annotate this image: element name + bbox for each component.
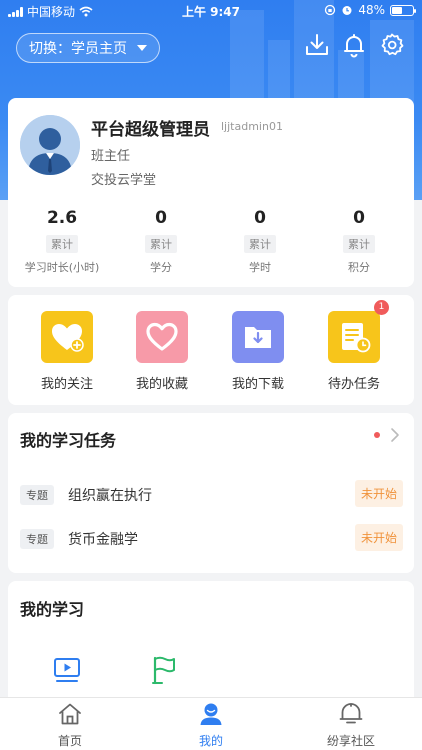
bell-icon[interactable]: [341, 32, 367, 58]
section-title: 我的学习任务: [20, 431, 117, 450]
tab-community[interactable]: 纷享社区: [291, 702, 411, 749]
download-icon[interactable]: [304, 32, 330, 58]
task-name: 组织赢在执行: [68, 488, 152, 504]
tab-label: 我的: [198, 734, 223, 748]
folder-download-icon: [232, 311, 284, 363]
community-icon: [339, 703, 363, 724]
user-avatar-icon: [20, 115, 80, 175]
stat-label: 积分: [348, 261, 370, 274]
stat-label: 学习时长(小时): [24, 261, 100, 274]
section-title: 我的学习: [20, 600, 85, 619]
chevron-right-icon[interactable]: [390, 427, 400, 443]
todo-badge: 1: [374, 300, 389, 315]
quick-link-todo[interactable]: 1 待办任务: [304, 300, 404, 392]
quick-link-label: 待办任务: [327, 377, 380, 392]
bottom-tab-bar: 首页 我的 纷享社区: [0, 697, 422, 750]
task-name: 货币金融学: [68, 532, 138, 548]
quick-link-favorites[interactable]: 我的收藏: [112, 311, 212, 392]
status-bar: 中国移动 上午 9:47 48%: [0, 0, 422, 22]
quick-link-label: 我的下载: [231, 377, 284, 392]
quick-link-label: 我的收藏: [135, 377, 188, 392]
switch-role-label: 切换：学员主页: [29, 41, 127, 57]
heart-plus-icon: [41, 311, 93, 363]
user-org: 交投云学堂: [91, 173, 157, 188]
stat-value: 2.6: [46, 208, 78, 228]
stat-tag: 累计: [244, 235, 276, 253]
tab-home[interactable]: 首页: [10, 702, 130, 749]
quick-link-label: 我的关注: [40, 377, 93, 392]
stat-credits[interactable]: 0 累计 学分: [111, 208, 211, 275]
quick-link-downloads[interactable]: 我的下载: [208, 311, 308, 392]
stat-tag: 累计: [145, 235, 177, 253]
task-status-badge: 未开始: [354, 524, 403, 551]
user-role: 班主任: [91, 149, 131, 164]
todo-clipboard-icon: 1: [328, 300, 389, 363]
stat-value: 0: [353, 208, 365, 228]
unread-dot: [374, 432, 380, 438]
stat-class-hours[interactable]: 0 累计 学时: [210, 208, 310, 275]
task-row[interactable]: 专题 组织赢在执行 未开始: [20, 480, 403, 508]
tab-label: 纷享社区: [326, 734, 375, 748]
learning-tasks-card: 我的学习任务 专题 组织赢在执行 未开始 专题 货币金融学 未开始: [8, 413, 414, 573]
stat-value: 0: [254, 208, 266, 228]
user-icon: [200, 703, 222, 725]
battery-percent: 48%: [358, 3, 385, 17]
rotation-lock-icon: [325, 4, 336, 16]
switch-role-button[interactable]: 切换：学员主页: [16, 33, 160, 63]
user-id: ljjtadmin01: [221, 120, 283, 133]
task-status-badge: 未开始: [354, 480, 403, 507]
task-tag: 专题: [20, 485, 54, 505]
user-name: 平台超级管理员: [91, 120, 210, 140]
flag-icon[interactable]: [150, 655, 178, 685]
quick-links-card: 我的关注 我的收藏 我的下载 1 待办任务: [8, 295, 414, 405]
heart-icon: [136, 311, 188, 363]
battery-icon: [390, 4, 416, 16]
stat-points[interactable]: 0 累计 积分: [309, 208, 409, 275]
stat-value: 0: [155, 208, 167, 228]
settings-icon[interactable]: [379, 32, 405, 58]
caret-down-icon: [137, 45, 147, 51]
stat-label: 学时: [249, 261, 271, 274]
task-tag: 专题: [20, 529, 54, 549]
quick-link-follow[interactable]: 我的关注: [17, 311, 117, 392]
tab-label: 首页: [57, 734, 82, 748]
stat-tag: 累计: [343, 235, 375, 253]
avatar[interactable]: [20, 115, 80, 175]
task-row[interactable]: 专题 货币金融学 未开始: [20, 524, 403, 552]
stat-label: 学分: [150, 261, 172, 274]
stat-study-hours[interactable]: 2.6 累计 学习时长(小时): [12, 208, 112, 275]
home-icon: [59, 703, 81, 725]
my-study-card: 我的学习: [8, 581, 414, 711]
stat-tag: 累计: [46, 235, 78, 253]
tab-mine[interactable]: 我的: [151, 702, 271, 749]
alarm-icon: [342, 6, 352, 15]
video-play-icon[interactable]: [53, 657, 81, 683]
profile-card: 平台超级管理员 ljjtadmin01 班主任 交投云学堂 2.6 累计 学习时…: [8, 98, 414, 287]
